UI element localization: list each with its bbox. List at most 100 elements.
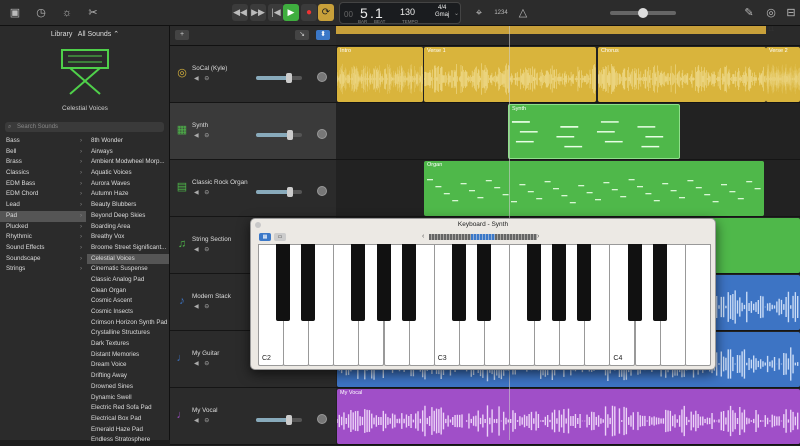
black-key[interactable] bbox=[527, 244, 542, 321]
sound-item[interactable]: Crystalline Structures bbox=[87, 328, 169, 339]
sound-item[interactable]: Beauty Blubbers bbox=[87, 200, 169, 211]
category-item[interactable]: Pad bbox=[0, 210, 86, 222]
sound-item[interactable]: Cosmic Insects bbox=[87, 307, 169, 318]
track-header[interactable]: ▦ Synth ◀ ⊖ bbox=[170, 103, 336, 160]
black-key[interactable] bbox=[451, 244, 466, 321]
master-volume-knob[interactable] bbox=[638, 8, 648, 18]
track-name[interactable]: My Guitar bbox=[192, 350, 219, 357]
track-region[interactable]: Synth bbox=[508, 104, 680, 159]
volume-fader[interactable] bbox=[256, 73, 302, 83]
keyboard-mode-icon[interactable]: ▦ bbox=[259, 233, 271, 241]
mute-solo-buttons[interactable]: ◀ ⊖ bbox=[194, 75, 211, 82]
track-lane[interactable]: Organ bbox=[336, 160, 800, 217]
lcd-display[interactable]: 00 5 . 1 BAR BEAT 130 TEMPO 4/4 Gmaj ⌄ bbox=[339, 2, 461, 24]
notepad-icon[interactable]: ✎ bbox=[742, 6, 756, 20]
white-key[interactable] bbox=[684, 244, 711, 366]
lcd-dropdown-icon[interactable]: ⌄ bbox=[454, 10, 459, 17]
fader-knob[interactable] bbox=[286, 415, 293, 425]
black-key[interactable] bbox=[301, 244, 316, 321]
track-lane[interactable]: Intro Verse 1 Chorus Verse 2 bbox=[336, 46, 800, 103]
media-browser-icon[interactable]: ⊟ bbox=[784, 6, 798, 20]
signature-key[interactable]: 4/4 Gmaj bbox=[435, 5, 449, 19]
sound-item[interactable]: Cosmic Ascent bbox=[87, 296, 169, 307]
add-track-button[interactable]: + bbox=[175, 30, 189, 40]
loop-browser-icon[interactable]: ◎ bbox=[764, 6, 778, 20]
filter-dropdown-icon[interactable]: ⌃ bbox=[113, 31, 119, 38]
cycle-region[interactable] bbox=[336, 26, 766, 34]
mute-solo-buttons[interactable]: ◀ ⊖ bbox=[194, 360, 211, 367]
sound-item[interactable]: Celestial Voices bbox=[87, 253, 169, 265]
pan-knob[interactable] bbox=[317, 186, 327, 196]
pan-knob[interactable] bbox=[317, 72, 327, 82]
library-icon[interactable]: ▣ bbox=[8, 6, 22, 20]
track-region[interactable]: Verse 1 bbox=[424, 47, 596, 102]
sound-item[interactable]: Boarding Area bbox=[87, 222, 169, 233]
automation-icon[interactable]: ↘ bbox=[295, 30, 309, 40]
sound-item[interactable]: Electric Red Sofa Pad bbox=[87, 403, 169, 414]
sound-item[interactable]: Beyond Deep Skies bbox=[87, 211, 169, 222]
record-button[interactable]: ● bbox=[301, 4, 317, 21]
volume-fader[interactable] bbox=[256, 415, 302, 425]
track-name[interactable]: String Section bbox=[192, 236, 231, 243]
black-key[interactable] bbox=[552, 244, 567, 321]
sound-item[interactable]: Drowned Sines bbox=[87, 382, 169, 393]
track-header[interactable]: ♩ My Vocal ◀ ⊖ bbox=[170, 388, 336, 445]
search-input[interactable]: ⌕ Search Sounds bbox=[5, 122, 164, 132]
metronome-icon[interactable]: △ bbox=[516, 6, 530, 20]
track-region[interactable]: My Vocal bbox=[337, 389, 800, 444]
fader-knob[interactable] bbox=[287, 187, 294, 197]
black-key[interactable] bbox=[376, 244, 391, 321]
black-key[interactable] bbox=[476, 244, 491, 321]
sound-item[interactable]: 8th Wonder bbox=[87, 136, 169, 147]
editors-icon[interactable]: ✂ bbox=[86, 6, 100, 20]
volume-fader[interactable] bbox=[256, 130, 302, 140]
pan-knob[interactable] bbox=[317, 129, 327, 139]
track-name[interactable]: Modern Stack bbox=[192, 293, 231, 300]
track-name[interactable]: Synth bbox=[192, 122, 208, 129]
master-volume-slider[interactable] bbox=[610, 8, 676, 18]
fader-knob[interactable] bbox=[286, 73, 293, 83]
count-in-button[interactable]: 1234 bbox=[490, 6, 512, 20]
octave-right-icon[interactable]: › bbox=[537, 233, 539, 240]
sound-item[interactable]: Autumn Haze bbox=[87, 189, 169, 200]
typing-mode-icon[interactable]: ▭ bbox=[274, 233, 286, 241]
library-filter[interactable]: All Sounds bbox=[78, 31, 111, 38]
track-name[interactable]: My Vocal bbox=[192, 407, 218, 414]
tuner-icon[interactable]: ⌖ bbox=[472, 6, 486, 20]
track-region[interactable]: Organ bbox=[424, 161, 764, 216]
sound-item[interactable]: Breathy Vox bbox=[87, 232, 169, 243]
category-item[interactable]: Bass bbox=[0, 136, 86, 147]
smart-help-icon[interactable]: ◷ bbox=[34, 6, 48, 20]
category-item[interactable]: Sound Effects bbox=[0, 243, 86, 254]
category-item[interactable]: Classics bbox=[0, 168, 86, 179]
sound-item[interactable]: Airways bbox=[87, 147, 169, 158]
smart-controls-icon[interactable]: ☼ bbox=[60, 6, 74, 20]
rewind-icon[interactable]: ◀◀ bbox=[232, 4, 248, 21]
sound-item[interactable]: Electrical Box Pad bbox=[87, 414, 169, 425]
sound-item[interactable]: Broome Street Significant... bbox=[87, 243, 169, 254]
black-key[interactable] bbox=[577, 244, 592, 321]
sound-item[interactable]: Ambient Modwheel Morp... bbox=[87, 157, 169, 168]
fader-knob[interactable] bbox=[287, 130, 294, 140]
tempo-value[interactable]: 130 bbox=[400, 7, 415, 17]
sound-item[interactable]: Aquatic Voices bbox=[87, 168, 169, 179]
sound-item[interactable]: Endless Stratosphere bbox=[87, 435, 169, 446]
category-item[interactable]: Rhythmic bbox=[0, 232, 86, 243]
pan-knob[interactable] bbox=[317, 414, 327, 424]
track-name[interactable]: SoCal (Kyle) bbox=[192, 65, 227, 72]
track-lane[interactable]: Synth bbox=[336, 103, 800, 160]
go-to-beginning-icon[interactable]: |◀ bbox=[268, 4, 284, 21]
mute-solo-buttons[interactable]: ◀ ⊖ bbox=[194, 417, 211, 424]
black-key[interactable] bbox=[652, 244, 667, 321]
sound-item[interactable]: Clean Organ bbox=[87, 286, 169, 297]
sound-item[interactable]: Dream Voice bbox=[87, 360, 169, 371]
sound-item[interactable]: Dynamic Swell bbox=[87, 393, 169, 404]
black-key[interactable] bbox=[351, 244, 366, 321]
category-item[interactable]: Bell bbox=[0, 147, 86, 158]
category-item[interactable]: EDM Bass bbox=[0, 179, 86, 190]
fast-forward-icon[interactable]: ▶▶ bbox=[250, 4, 266, 21]
sound-item[interactable]: Classic Analog Pad bbox=[87, 275, 169, 286]
category-item[interactable]: Brass bbox=[0, 157, 86, 168]
flex-icon[interactable]: ⬍ bbox=[316, 30, 330, 40]
sound-item[interactable]: Emerald Haze Pad bbox=[87, 425, 169, 436]
